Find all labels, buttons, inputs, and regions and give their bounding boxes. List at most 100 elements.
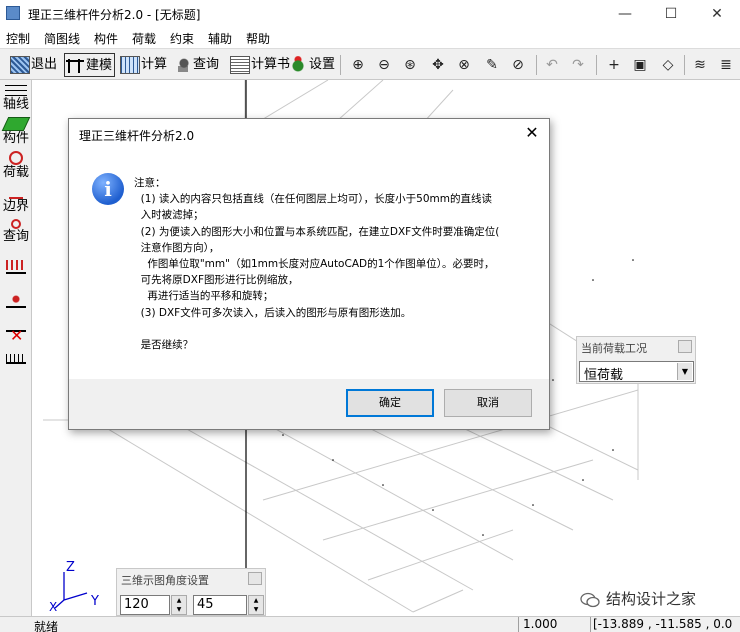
dialog-body: i 注意： (1) 读入的内容只包括直线（在任何图层上均可），长度小于50mm的… [69,151,549,379]
calculate-button[interactable]: 计算 [120,53,167,77]
cancel-button[interactable]: 取消 [444,389,532,417]
query-icon [172,55,192,74]
delete-tool-icon[interactable]: ✕ [4,322,28,348]
menu-auxiliary[interactable]: 辅助 [208,30,232,47]
exit-icon [10,55,30,74]
undo-icon[interactable]: ↶ [542,55,562,75]
zoom-out-icon[interactable]: ⊖ [374,55,394,75]
menu-sketch-line[interactable]: 简图线 [44,30,80,47]
angle-2-input[interactable]: 45 [193,595,247,615]
status-coordinates: [-13.889 , -11.585 , 0.0 [590,617,740,632]
message-line: 入时被滤掉； [134,209,204,222]
menu-load[interactable]: 荷载 [132,30,156,47]
query-tool-icon [11,219,21,229]
message-line: 再进行适当的平移和旋转； [134,290,274,303]
menu-constraint[interactable]: 约束 [170,30,194,47]
maximize-button[interactable]: ☐ [648,0,694,28]
message-line: (1) 读入的内容只包括直线（在任何图层上均可），长度小于50mm的直线读 [134,193,492,206]
settings-icon [288,55,308,74]
angle-1-input[interactable]: 120 [120,595,170,615]
message-line: 可先将原DXF图形进行比例缩放， [134,274,299,287]
exit-button[interactable]: 退出 [10,53,57,77]
layer-icon[interactable]: ≋ [690,55,710,75]
title-bar: 理正三维杆件分析2.0 - [无标题] — ☐ ✕ [0,0,740,28]
axis-y-label: Y [91,594,99,609]
report-icon [230,55,250,74]
toolbar-separator [340,55,341,75]
report-button[interactable]: 计算书 [230,53,290,77]
status-text: 就绪 [34,620,59,632]
window-select-icon[interactable]: ▣ [630,55,650,75]
redo-icon[interactable]: ↷ [568,55,588,75]
boundary-icon [9,185,23,199]
grid-calc-icon [120,55,140,74]
edit-view-icon[interactable]: ✎ [482,55,502,75]
angle-2-stepper[interactable]: ▲ ▼ [248,595,264,615]
dialog-message: 注意： (1) 读入的内容只包括直线（在任何图层上均可），长度小于50mm的直线… [134,175,534,353]
view-3d-icon[interactable]: ◇ [658,55,678,75]
axis-z-label: Z [66,560,75,575]
message-line: 注意： [134,177,166,189]
load-icon [9,151,23,165]
menu-control[interactable]: 控制 [6,30,30,47]
toolbar: 退出 建模 计算 查询 计算书 设置 ⊕ ⊖ ⊛ ✥ ⊗ ✎ ⊘ ↶ ↷ + ▣… [0,48,740,80]
watermark: 结构设计之家 [580,588,696,609]
axis-x-label: X [49,600,58,614]
frame-icon [65,56,85,75]
load-tool[interactable]: 荷载 [1,150,31,182]
load-case-select[interactable]: 恒荷载 ▼ [579,361,694,383]
pin-icon[interactable] [248,572,262,585]
load-case-value: 恒荷载 [584,368,624,383]
query-tool[interactable]: 查询 [1,218,31,250]
menu-bar: 控制 简图线 构件 荷载 约束 辅助 帮助 [0,28,740,48]
settings-button[interactable]: 设置 [288,53,335,77]
window-title: 理正三维杆件分析2.0 - [无标题] [28,8,201,22]
close-window-button[interactable]: ✕ [694,0,740,28]
boundary-tool[interactable]: 边界 [1,184,31,216]
chevron-down-icon[interactable]: ▼ [677,363,692,380]
status-bar: 就绪 1.000 [-13.889 , -11.585 , 0.0 [0,616,740,632]
view-angle-panel: 三维示图角度设置 120 ▲ ▼ 45 ▲ ▼ [116,568,266,616]
menu-member[interactable]: 构件 [94,30,118,47]
zoom-in-icon[interactable]: ⊕ [348,55,368,75]
menu-help[interactable]: 帮助 [246,30,270,47]
message-line: 注意作图方向）， [134,241,220,254]
app-icon [6,6,20,20]
left-palette: 轴线 构件 荷载 边界 查询 ✕ [0,80,32,616]
minimize-button[interactable]: — [602,0,648,28]
message-line: 作图单位取"mm"（如1mm长度对应AutoCAD的1个作图单位）。必要时， [134,258,495,271]
member-icon [1,117,31,131]
query-button[interactable]: 查询 [172,53,219,77]
axis-icon [5,83,27,97]
view-angle-title: 三维示图角度设置 [121,574,209,587]
message-question: 是否继续？ [134,339,194,352]
dialog-footer: 确定 取消 [69,379,549,429]
member-tool[interactable]: 构件 [1,116,31,148]
zoom-extents-icon[interactable]: ⊗ [454,55,474,75]
layer-stack-icon[interactable]: ≣ [716,55,736,75]
toolbar-separator [684,55,685,75]
dxf-import-dialog: 理正三维杆件分析2.0 ✕ i 注意： (1) 读入的内容只包括直线（在任何图层… [68,118,550,430]
dialog-title: 理正三维杆件分析2.0 [79,129,195,143]
model-button[interactable]: 建模 [64,53,116,77]
member-load-tool-icon[interactable] [4,354,28,380]
message-line: (2) 为便读入的图形大小和位置与本系统匹配，在建立DXF文件时要准确定位( [134,225,500,238]
info-icon: i [92,173,124,205]
zoom-realtime-icon[interactable]: ⊘ [508,55,528,75]
support-tool-icon[interactable] [4,290,28,316]
status-scale: 1.000 [518,617,588,632]
toolbar-separator [596,55,597,75]
message-line [134,321,534,337]
wechat-icon [580,592,600,607]
node-load-tool-icon[interactable] [4,258,28,284]
toolbar-separator [536,55,537,75]
load-case-panel: 当前荷载工况 恒荷载 ▼ [576,336,696,384]
ok-button[interactable]: 确定 [346,389,434,417]
pan-icon[interactable]: ✥ [428,55,448,75]
axis-line-tool[interactable]: 轴线 [1,82,31,114]
point-icon[interactable]: + [604,55,624,75]
zoom-window-icon[interactable]: ⊛ [400,55,420,75]
dialog-close-icon[interactable]: ✕ [521,123,543,143]
angle-1-stepper[interactable]: ▲ ▼ [171,595,187,615]
pin-icon[interactable] [678,340,692,353]
